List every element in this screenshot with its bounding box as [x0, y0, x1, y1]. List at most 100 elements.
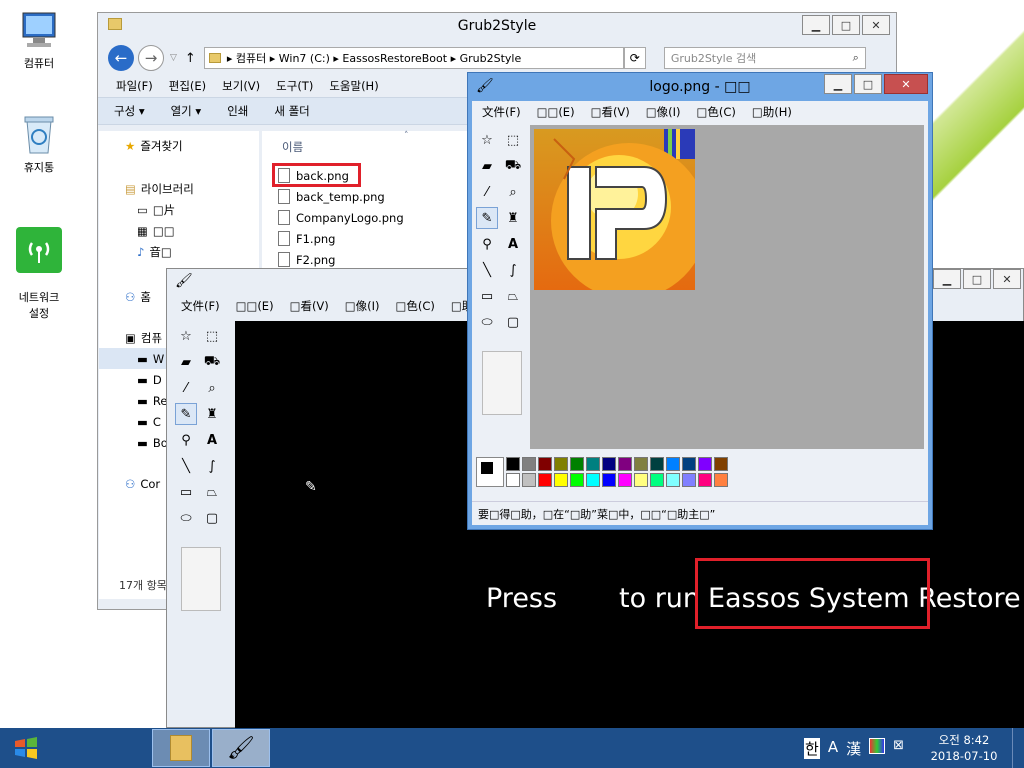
palette-swatch[interactable]: [650, 457, 664, 471]
palette-swatch[interactable]: [650, 473, 664, 487]
breadcrumb-item[interactable]: Win7 (C:): [279, 52, 330, 65]
palette-swatch[interactable]: [538, 473, 552, 487]
rounded-rect-tool[interactable]: ▢: [502, 311, 524, 333]
picker-tool[interactable]: ⁄: [175, 377, 197, 399]
palette-swatch[interactable]: [570, 473, 584, 487]
menu-edit[interactable]: 편집(E): [161, 78, 214, 94]
palette-swatch[interactable]: [698, 473, 712, 487]
pencil-tool[interactable]: ✎: [175, 403, 197, 425]
palette-swatch[interactable]: [586, 457, 600, 471]
palette-swatch[interactable]: [602, 473, 616, 487]
menu-file[interactable]: 파일(F): [108, 78, 161, 94]
address-bar[interactable]: ▸ 컴퓨터 ▸ Win7 (C:) ▸ EassosRestoreBoot ▸ …: [203, 47, 624, 69]
text-tool[interactable]: A: [201, 429, 223, 451]
palette-swatch[interactable]: [682, 473, 696, 487]
palette-swatch[interactable]: [570, 457, 584, 471]
nav-favorites[interactable]: ★ 즐겨찾기: [99, 135, 259, 156]
palette-swatch[interactable]: [586, 473, 600, 487]
nav-library-item[interactable]: ♪ 音□: [99, 241, 259, 262]
nav-library-item[interactable]: ▦ □□: [99, 220, 259, 241]
taskbar-explorer-button[interactable]: [152, 729, 210, 767]
curve-tool[interactable]: ∫: [502, 259, 524, 281]
line-tool[interactable]: ╲: [175, 455, 197, 477]
search-input[interactable]: Grub2Style 검색 ⌕: [663, 47, 866, 69]
palette-swatch[interactable]: [714, 473, 728, 487]
brush-tool[interactable]: ♜: [502, 207, 524, 229]
magnifier-tool[interactable]: ⌕: [201, 377, 223, 399]
airbrush-tool[interactable]: ⚲: [175, 429, 197, 451]
close-button[interactable]: ✕: [884, 74, 928, 94]
menu-edit[interactable]: □□(E): [529, 105, 583, 119]
tool-options-box[interactable]: [181, 547, 221, 611]
minimize-button[interactable]: ▁: [824, 74, 852, 94]
minimize-button[interactable]: ▁: [802, 15, 830, 35]
up-button[interactable]: ↑: [185, 51, 196, 66]
nav-library-item[interactable]: ▭ □片: [99, 199, 259, 220]
minimize-button[interactable]: ▁: [933, 269, 961, 289]
text-tool[interactable]: A: [502, 233, 524, 255]
ellipse-tool[interactable]: ⬭: [476, 311, 498, 333]
new-folder-button[interactable]: 새 폴더: [274, 103, 309, 119]
polygon-tool[interactable]: ⏢: [502, 285, 524, 307]
menu-image[interactable]: □像(I): [337, 298, 388, 314]
tool-options-box[interactable]: [482, 351, 522, 415]
free-select-tool[interactable]: ☆: [175, 325, 197, 347]
eraser-tool[interactable]: ▰: [175, 351, 197, 373]
logo-image[interactable]: [534, 129, 695, 290]
menu-colors[interactable]: □色(C): [689, 104, 744, 120]
palette-swatch[interactable]: [618, 457, 632, 471]
close-button[interactable]: ✕: [993, 269, 1021, 289]
open-button[interactable]: 열기 ▾: [171, 103, 202, 119]
menu-tools[interactable]: 도구(T): [268, 78, 321, 94]
desktop-icon-network-settings[interactable]: 네트워크 설정: [4, 214, 74, 334]
palette-swatch[interactable]: [714, 457, 728, 471]
ime-hanja-indicator[interactable]: 漢: [846, 738, 861, 759]
organize-button[interactable]: 구성 ▾: [114, 103, 145, 119]
eraser-tool[interactable]: ▰: [476, 155, 498, 177]
refresh-button[interactable]: ⟳: [623, 47, 646, 69]
rectangle-tool[interactable]: ▭: [476, 285, 498, 307]
display-settings-icon[interactable]: [869, 738, 886, 754]
nav-libraries[interactable]: ▤ 라이브러리: [99, 178, 259, 199]
ime-mode-indicator[interactable]: A: [828, 738, 838, 759]
palette-swatch[interactable]: [698, 457, 712, 471]
free-select-tool[interactable]: ☆: [476, 129, 498, 151]
menu-view[interactable]: □看(V): [583, 104, 638, 120]
file-row[interactable]: back_temp.png: [278, 186, 404, 207]
menu-file[interactable]: 文件(F): [173, 298, 228, 314]
breadcrumb-item[interactable]: EassosRestoreBoot: [342, 52, 447, 65]
file-row[interactable]: CompanyLogo.png: [278, 207, 404, 228]
brush-tool[interactable]: ♜: [201, 403, 223, 425]
recent-dropdown-icon[interactable]: ▽: [170, 53, 177, 63]
close-button[interactable]: ✕: [862, 15, 890, 35]
clock[interactable]: 오전 8:42 2018-07-10: [926, 732, 1002, 764]
rect-select-tool[interactable]: ⬚: [502, 129, 524, 151]
forward-button[interactable]: →: [138, 45, 164, 71]
menu-colors[interactable]: □色(C): [388, 298, 443, 314]
palette-swatch[interactable]: [666, 457, 680, 471]
menu-edit[interactable]: □□(E): [228, 299, 282, 313]
fill-tool[interactable]: ⛟: [502, 155, 524, 177]
breadcrumb-item[interactable]: 컴퓨터: [236, 50, 266, 66]
palette-swatch[interactable]: [522, 457, 536, 471]
current-colors[interactable]: [476, 457, 504, 487]
palette-swatch[interactable]: [618, 473, 632, 487]
pencil-tool[interactable]: ✎: [476, 207, 498, 229]
file-row[interactable]: F1.png: [278, 228, 404, 249]
curve-tool[interactable]: ∫: [201, 455, 223, 477]
ellipse-tool[interactable]: ⬭: [175, 507, 197, 529]
menu-file[interactable]: 文件(F): [474, 104, 529, 120]
rect-select-tool[interactable]: ⬚: [201, 325, 223, 347]
palette-swatch[interactable]: [634, 473, 648, 487]
file-row[interactable]: F2.png: [278, 249, 404, 270]
palette-swatch[interactable]: [682, 457, 696, 471]
rounded-rect-tool[interactable]: ▢: [201, 507, 223, 529]
maximize-button[interactable]: □: [832, 15, 860, 35]
fill-tool[interactable]: ⛟: [201, 351, 223, 373]
airbrush-tool[interactable]: ⚲: [476, 233, 498, 255]
palette-swatch[interactable]: [602, 457, 616, 471]
rectangle-tool[interactable]: ▭: [175, 481, 197, 503]
palette-swatch[interactable]: [522, 473, 536, 487]
back-button[interactable]: ←: [108, 45, 134, 71]
line-tool[interactable]: ╲: [476, 259, 498, 281]
